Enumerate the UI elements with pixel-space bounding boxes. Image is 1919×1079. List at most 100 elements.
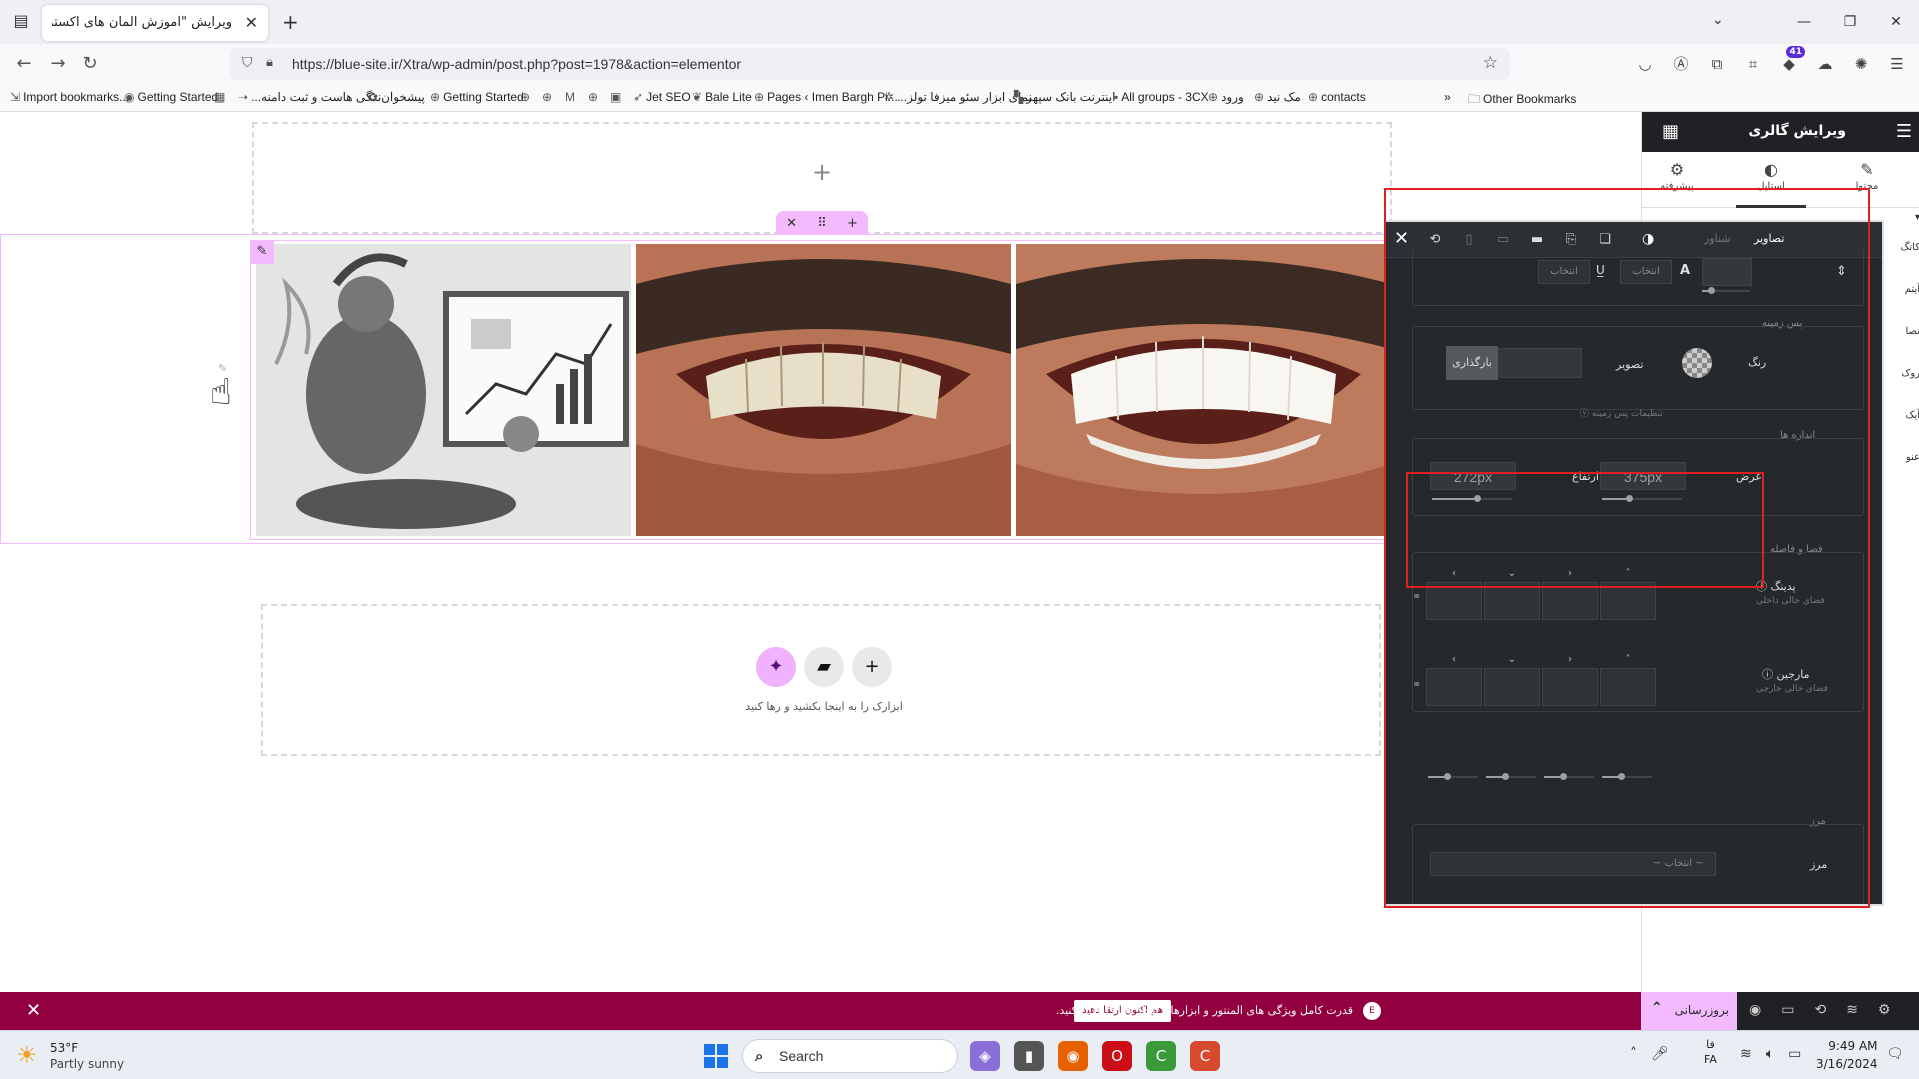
- other-bookmarks[interactable]: 🗀︎ Other Bookmarks: [1468, 90, 1576, 111]
- preview-eye-icon[interactable]: ◉: [1749, 1002, 1761, 1018]
- edit-widget-icon[interactable]: ✎: [250, 240, 274, 264]
- bookmark-item[interactable]: ⊕ Pages ‹ Imen Bargh Pi...: [754, 90, 898, 104]
- add-section-handle-icon[interactable]: +: [847, 216, 858, 231]
- firefox-app-icon[interactable]: ◉: [1058, 1041, 1088, 1071]
- border-select[interactable]: ~ انتخاب ~: [1430, 852, 1716, 876]
- margin-left-slider[interactable]: [1428, 773, 1478, 780]
- height-slider[interactable]: [1432, 495, 1512, 502]
- browser-tab-active[interactable]: ویرایش "آموزش المان های اکسترا – ‌ ✕: [42, 5, 268, 41]
- margin-top-slider[interactable]: [1602, 773, 1652, 780]
- margin-bottom-slider[interactable]: [1486, 773, 1536, 780]
- notice-close-icon[interactable]: ✕: [26, 1000, 41, 1021]
- width-input[interactable]: 375px: [1600, 462, 1686, 490]
- padding-top-input[interactable]: [1600, 582, 1656, 620]
- battery-icon[interactable]: ▭: [1788, 1046, 1801, 1062]
- history-icon[interactable]: ⟲: [1814, 1002, 1826, 1018]
- typography-number-input[interactable]: [1702, 258, 1752, 286]
- weather-desc[interactable]: Partly sunny: [50, 1057, 124, 1071]
- start-icon[interactable]: [704, 1044, 728, 1068]
- add-new-section-icon[interactable]: +: [852, 647, 892, 687]
- bookmark-item[interactable]: ⊕: [542, 90, 555, 104]
- camtasia-red-icon[interactable]: C: [1190, 1041, 1220, 1071]
- weather-sun-icon[interactable]: ☀: [16, 1041, 38, 1069]
- taskbar-search[interactable]: ⌕ Search: [742, 1039, 958, 1073]
- crop-icon[interactable]: ⌗: [1741, 52, 1765, 76]
- tabs-overflow-icon[interactable]: ⌄: [1712, 12, 1724, 28]
- notification-icon[interactable]: 🗨︎: [1886, 1046, 1904, 1062]
- height-input[interactable]: 272px: [1430, 462, 1516, 490]
- popup-close-icon[interactable]: ✕: [1394, 228, 1409, 249]
- bookmark-item[interactable]: ▪ All groups - 3CX: [1114, 90, 1209, 104]
- camtasia-green-icon[interactable]: C: [1146, 1041, 1176, 1071]
- tab-list-icon[interactable]: ▤: [10, 11, 32, 33]
- section-label[interactable]: آیتم: [1884, 284, 1919, 326]
- typography-select-1[interactable]: انتخاب: [1620, 260, 1672, 284]
- bookmark-item[interactable]: ◉ Getting Started: [124, 90, 218, 104]
- url-bar[interactable]: ⛉ 🔒︎ https://blue-site.ir/Xtra/wp-admin/…: [230, 48, 1510, 80]
- section-label[interactable]: روک: [1884, 368, 1919, 410]
- restore-icon[interactable]: ❐: [1827, 0, 1873, 44]
- bookmarks-overflow-icon[interactable]: »: [1444, 90, 1451, 104]
- bookmark-item[interactable]: ❦ Bale Lite: [692, 90, 752, 104]
- volume-icon[interactable]: 🔈︎: [1766, 1046, 1774, 1062]
- margin-top-input[interactable]: [1600, 668, 1656, 706]
- bookmark-item[interactable]: ▚ اینترنت بانک سپهر: [1014, 90, 1115, 104]
- responsive-icon[interactable]: ▭: [1781, 1002, 1794, 1018]
- padding-left-input[interactable]: [1426, 582, 1482, 620]
- tab-style[interactable]: ◐ استایل: [1736, 160, 1806, 208]
- microphone-icon[interactable]: 🎤︎: [1651, 1046, 1669, 1062]
- bookmark-item[interactable]: ✿ پیشخوان: [368, 90, 425, 104]
- copilot-app-icon[interactable]: ◈: [970, 1041, 1000, 1071]
- tab-advanced[interactable]: ⚙ پیشرفته: [1642, 160, 1712, 192]
- shield-icon[interactable]: ⛉: [242, 55, 253, 71]
- app-menu-icon[interactable]: ☰: [1885, 52, 1909, 76]
- update-button[interactable]: ⌃ بروزرسانی: [1641, 992, 1737, 1030]
- bg-color-swatch[interactable]: [1682, 348, 1712, 378]
- bg-image-field[interactable]: [1496, 348, 1582, 378]
- bookmark-item[interactable]: ✲ ...نمای ابزار سئو میزفا تولز: [884, 90, 1032, 104]
- section-label[interactable]: عنو: [1884, 452, 1919, 494]
- font-size-icon[interactable]: A: [1680, 263, 1690, 278]
- section-label[interactable]: کاتگ: [1884, 242, 1919, 284]
- bookmark-item[interactable]: ➶ Jet SEO: [633, 90, 691, 104]
- ai-sparkle-icon[interactable]: ✦: [756, 647, 796, 687]
- padding-bottom-input[interactable]: [1484, 582, 1540, 620]
- panel-menu-icon[interactable]: ☰: [1896, 121, 1912, 142]
- lock-icon[interactable]: 🔒︎: [266, 55, 273, 70]
- forward-icon[interactable]: →: [46, 53, 70, 74]
- bookmark-item[interactable]: ▦: [214, 90, 228, 104]
- tab-content[interactable]: ✎ محتوا: [1832, 160, 1902, 192]
- underline-icon[interactable]: U̲: [1596, 263, 1605, 277]
- bookmark-item[interactable]: ⊕: [520, 90, 533, 104]
- line-height-icon[interactable]: ⇕: [1836, 264, 1847, 279]
- drag-section-icon[interactable]: ⠿: [817, 216, 827, 231]
- template-folder-icon[interactable]: ▰: [804, 647, 844, 687]
- reload-icon[interactable]: ↻: [78, 53, 102, 74]
- gallery-image-teeth-before[interactable]: [636, 244, 1011, 536]
- margin-left-input[interactable]: [1426, 668, 1482, 706]
- bookmark-item[interactable]: ⊕ Getting Started: [430, 90, 524, 104]
- tab-close-icon[interactable]: ✕: [245, 13, 258, 32]
- bookmark-item[interactable]: ⊕ contacts: [1308, 90, 1366, 104]
- typography-select-2[interactable]: انتخاب: [1538, 260, 1590, 284]
- width-slider[interactable]: [1602, 495, 1682, 502]
- pocket-icon[interactable]: ◡: [1633, 52, 1657, 76]
- section-label[interactable]: تصا: [1884, 326, 1919, 368]
- typography-slider[interactable]: [1702, 287, 1750, 294]
- gallery-image-teeth-after[interactable]: [1016, 244, 1391, 536]
- extensions-icon[interactable]: ⧉: [1705, 52, 1729, 76]
- extension-badge-icon[interactable]: ◆ 41: [1777, 46, 1805, 76]
- bookmark-item[interactable]: ⊕ ورود: [1208, 90, 1244, 104]
- bookmark-item[interactable]: ⊕: [588, 90, 601, 104]
- settings-gear-icon[interactable]: ⚙: [1878, 1002, 1891, 1018]
- bookmark-item[interactable]: M: [565, 90, 578, 104]
- tab-images[interactable]: تصاویر: [1754, 232, 1784, 245]
- widgets-grid-icon[interactable]: ▦: [1662, 121, 1679, 142]
- minimize-icon[interactable]: —: [1781, 0, 1827, 44]
- wifi-icon[interactable]: ≋: [1740, 1046, 1752, 1062]
- visibility-toggle-icon[interactable]: ◑: [1642, 231, 1660, 249]
- task-view-icon[interactable]: ▮: [1014, 1041, 1044, 1071]
- gallery-image-genie[interactable]: [256, 244, 631, 536]
- tab-overlay[interactable]: شناور: [1704, 232, 1731, 245]
- padding-right-input[interactable]: [1542, 582, 1598, 620]
